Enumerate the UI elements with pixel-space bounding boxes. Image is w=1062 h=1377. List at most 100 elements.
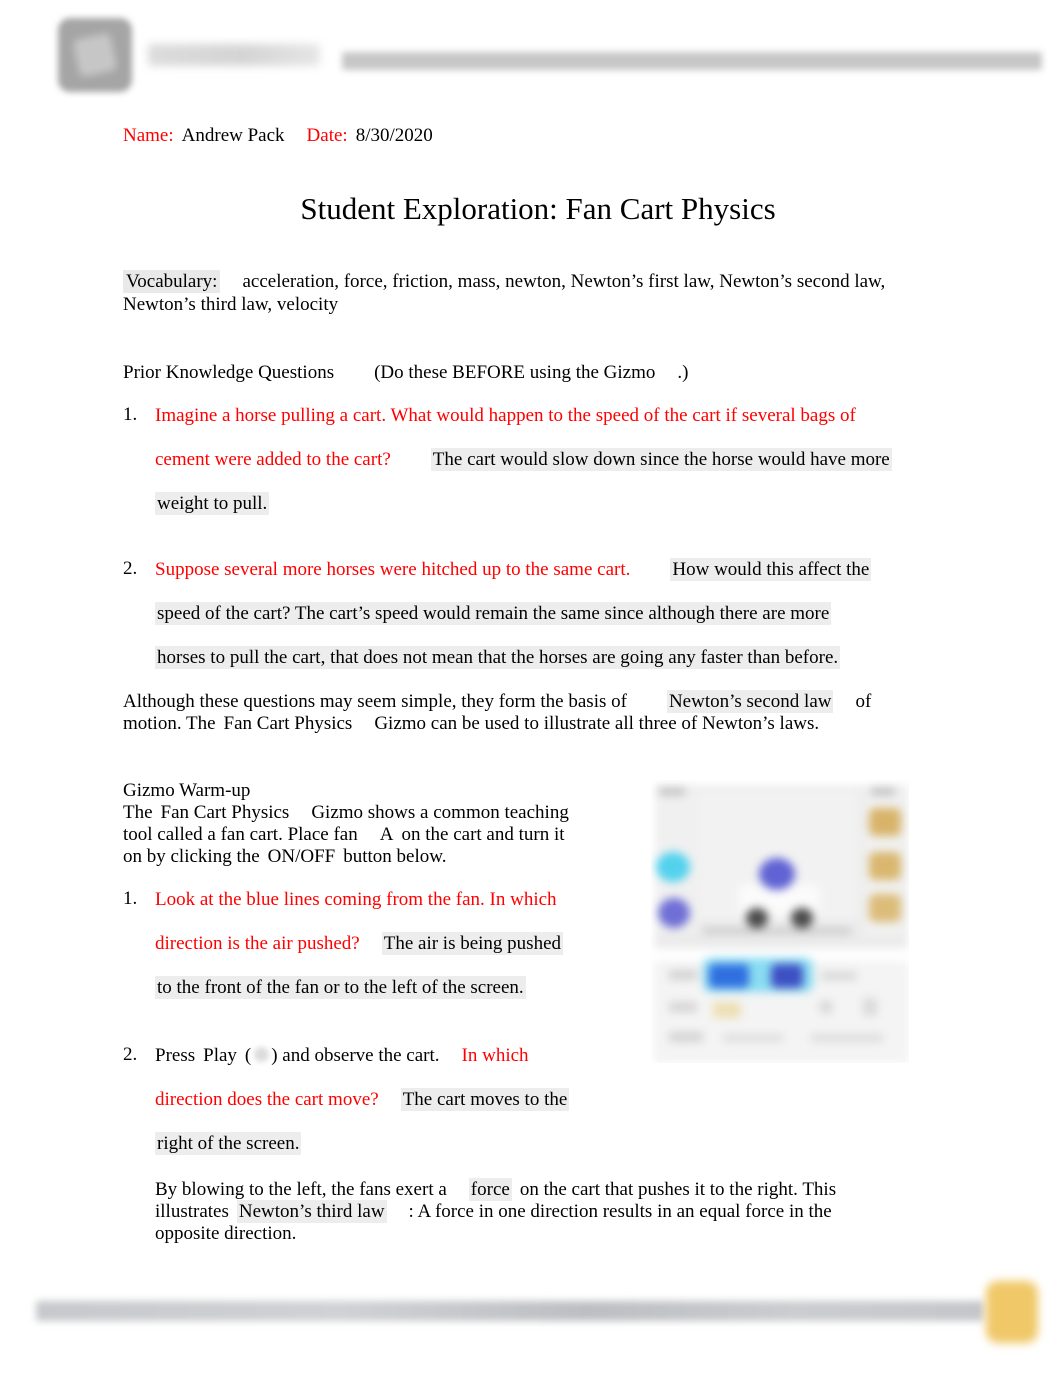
play-button-icon[interactable] [251,1046,271,1064]
gizmo-control-slider[interactable] [863,998,877,1016]
cart-wheel-left-icon [746,908,768,928]
prior-question-2-answer-b[interactable]: speed of the cart? The cart’s speed woul… [155,602,832,625]
warmup-onoff-label: ON/OFF [267,846,336,867]
gizmo-control-swatch[interactable] [713,1002,741,1018]
newton-paragraph-line2: motion. The Fan Cart Physics Gizmo can be … [123,713,943,735]
gizmos-wordmark: Gizmos [146,36,324,76]
warmup-question-1-number: 1. [123,888,138,909]
warmup-question-2-answer-a[interactable]: The cart moves to the [400,1088,570,1111]
prior-question-1-prompt-text-a: Imagine a horse pulling a cart. What wou… [155,405,856,426]
gizmo-warmup-line1: The Fan Cart Physics Gizmo shows a common … [123,802,623,824]
gold-badge-icon [986,1281,1038,1343]
newton-paragraph-after: of [855,691,872,712]
newton-paragraph-line1: Although these questions may seem simple… [123,690,943,713]
closing-line2-a: illustrates [155,1201,229,1222]
redacted-footer-bar [36,1301,984,1321]
warmup-gizmo-name: Fan Cart Physics [160,802,290,823]
prior-question-1-prompt-line2: cement were added to the cart? The cart w… [155,448,953,492]
prior-question-1-prompt-line1: Imagine a horse pulling a cart. What wou… [155,404,953,448]
gizmo-warmup-line3: on by clicking the ON/OFF button below. [123,846,623,868]
warmup-question-2-prompt-line2: direction does the cart move? The cart mo… [155,1088,643,1132]
prior-question-2-answer-c[interactable]: horses to pull the cart, that does not m… [155,646,841,669]
closing-line1-b: on the cart that pushes it to the right.… [519,1179,837,1200]
warmup-question-1-answer-b[interactable]: to the front of the fan or to the left o… [155,976,526,999]
gizmo-weight-block-3-icon[interactable] [869,894,901,922]
date-label: Date: [306,125,348,146]
warmup-question-2-answer-b[interactable]: right of the screen. [155,1132,302,1155]
closing-line1-a: By blowing to the left, the fans exert a [155,1179,447,1200]
warmup-question-2-prompt-a: In which [461,1045,529,1066]
fan-b-icon[interactable] [658,898,690,928]
warmup-question-1-prompt-a: Look at the blue lines coming from the f… [155,889,557,910]
closing-line3: opposite direction. [155,1223,975,1245]
prior-question-2-prompt-line1: Suppose several more horses were hitched… [155,558,953,602]
gizmo-control-knob-icon[interactable] [819,1000,833,1014]
prior-knowledge-heading: Prior Knowledge Questions (Do these BEFOR… [123,361,943,384]
warmup-line3-a: on by clicking the [123,846,260,867]
prior-question-2-answer-line2: speed of the cart? The cart’s speed woul… [155,602,953,646]
prior-question-2: 2. Suppose several more horses were hitc… [123,558,953,690]
prior-knowledge-note: (Do these BEFORE using the Gizmo [374,362,656,383]
name-label: Name: [123,125,174,146]
warmup-line3-b: button below. [343,846,447,867]
page-title-text: Student Exploration: Fan Cart Physics [300,191,776,226]
warmup-question-1-prompt-line2: direction is the air pushed? The air is b… [155,932,643,976]
gizmo-pause-button-icon[interactable] [771,964,803,988]
prior-question-2-answer-a[interactable]: How would this affect the [670,558,872,581]
document-page: Gizmos Name: Andrew Pack Date: 8/30/2020 St… [0,0,1062,1377]
warmup-question-1: 1. Look at the blue lines coming from th… [123,888,643,1020]
prior-knowledge-note-end: .) [677,362,689,383]
gizmo-weight-block-1-icon[interactable] [869,808,901,836]
page-header: Gizmos [0,0,1062,112]
warmup-line2-a: tool called a fan cart. Place fan [123,824,358,845]
gizmo-control-label-4 [669,1032,703,1042]
warmup-question-1-prompt-line1: Look at the blue lines coming from the f… [155,888,643,932]
prior-question-2-number: 2. [123,558,138,579]
closing-line1: By blowing to the left, the fans exert a… [155,1178,975,1201]
prior-question-1: 1. Imagine a horse pulling a cart. What … [123,404,953,536]
gizmo-simulation-blur-layer [651,780,909,1063]
vocabulary-block: Vocabulary: acceleration, force, friction… [123,270,923,316]
closing-line3-text: opposite direction. [155,1223,297,1244]
gizmo-warmup-block: Gizmo Warm-up The Fan Cart Physics Gizmo s… [123,780,623,868]
warmup-question-2-answer-line2: right of the screen. [155,1132,643,1176]
warmup-question-1-prompt-b: direction is the air pushed? [155,933,360,954]
gizmo-left-label [659,788,685,795]
warmup-line2-b: on the cart and turn it [401,824,565,845]
warmup-play-label: Play [203,1045,237,1066]
newton-paragraph-line2-b: Gizmo can be used to illustrate all thre… [374,713,820,734]
prior-knowledge-heading-text: Prior Knowledge Questions [123,362,335,383]
fan-a-icon[interactable] [656,852,690,882]
warmup-question-2-number: 2. [123,1044,138,1065]
prior-question-2-prompt-text: Suppose several more horses were hitched… [155,559,631,580]
gizmo-control-label-2 [821,972,857,980]
prior-question-1-answer-line2: weight to pull. [155,492,953,536]
cart-mounted-fan-icon [759,858,795,890]
closing-force-blank[interactable]: force [468,1178,512,1201]
gizmo-ground-line [703,928,851,934]
gizmo-right-label [871,788,895,795]
gizmo-control-label-6 [811,1034,883,1042]
warmup-question-1-answer-line2: to the front of the fan or to the left o… [155,976,643,1020]
prior-question-1-answer-a[interactable]: The cart would slow down since the horse… [430,448,892,471]
prior-question-1-prompt-text-b: cement were added to the cart? [155,449,391,470]
gizmo-control-label-1 [669,970,697,980]
gizmo-weight-block-2-icon[interactable] [869,852,901,880]
vocabulary-terms: acceleration, force, friction, mass, new… [123,271,886,315]
page-footer [0,1272,1062,1377]
page-title: Student Exploration: Fan Cart Physics [0,190,1062,228]
closing-line2: illustrates Newton’s third law : A force i… [155,1200,975,1223]
newton-blank-answer[interactable]: Newton’s second law [666,690,834,713]
gizmo-control-label-5 [723,1034,783,1042]
prior-question-1-answer-b[interactable]: weight to pull. [155,492,270,515]
gizmo-play-button-icon[interactable] [709,964,749,988]
warmup-question-1-answer-a[interactable]: The air is being pushed [381,932,564,955]
gizmo-warmup-heading: Gizmo Warm-up [123,780,251,801]
closing-line2-b: : A force in one direction results in an… [408,1201,832,1222]
cart-wheel-right-icon [791,908,813,928]
gizmo-warmup-line2: tool called a fan cart. Place fan Aon the… [123,824,623,846]
warmup-press-label: Press [155,1045,196,1066]
closing-third-law-blank[interactable]: Newton’s third law [236,1200,387,1223]
newton-second-law-paragraph: Although these questions may seem simple… [123,690,943,735]
warmup-after-play: ) and observe the cart. [271,1045,440,1066]
